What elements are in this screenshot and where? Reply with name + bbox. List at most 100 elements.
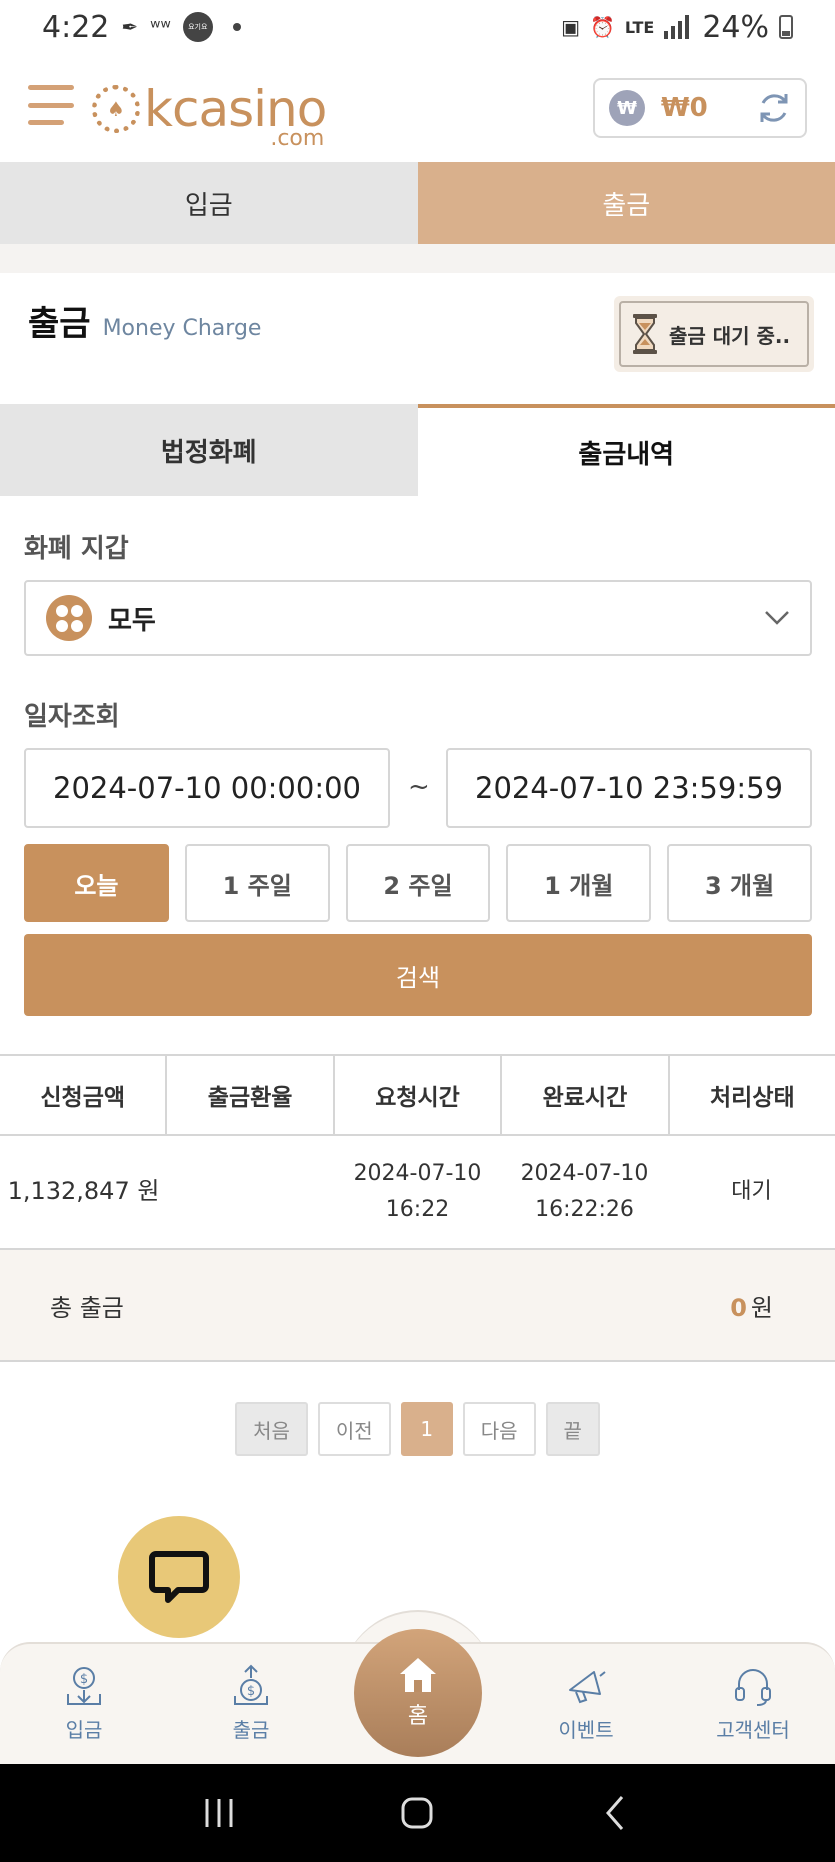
balance-box: ₩ ₩0 [593,78,807,138]
pending-label: 출금 대기 중.. [669,323,791,348]
wallet-grid-icon [46,595,92,641]
logo-suffix: .com [270,126,325,151]
nav-support[interactable]: 고객센터 [693,1664,813,1743]
home-system-icon[interactable] [395,1791,439,1835]
wallet-selected-value: 모두 [108,605,156,636]
page-next-button[interactable]: 다음 [462,1402,536,1456]
tab-fiat[interactable]: 법정화폐 [0,404,418,496]
nav-deposit[interactable]: $ 입금 [24,1664,144,1743]
total-row: 총 출금 0원 [0,1250,835,1362]
nav-withdraw[interactable]: $ 출금 [191,1664,311,1743]
tab-deposit[interactable]: 입금 [0,162,418,244]
more-notifications-dot-icon [232,23,241,31]
pagination: 처음 이전 1 다음 끝 [0,1402,835,1456]
chat-button[interactable] [118,1516,240,1638]
col-status: 처리상태 [710,1085,795,1111]
period-2week-button[interactable]: 2 주일 [345,844,491,922]
logo[interactable]: ♠ kcasino .com [92,76,327,150]
nav-event-label: 이벤트 [558,1718,614,1742]
cell-requested: 2024-07-10 16:22 [334,1136,501,1248]
alarm-icon: ⏰ [590,15,615,39]
status-bar: 4:22 ✒ ʷʷ 요기요 ▣ ⏰ LTE 24% [0,0,835,54]
won-coin-icon: ₩ [609,90,645,126]
table-header: 신청금액 출금환율 요청시간 완료시간 처리상태 [0,1054,835,1136]
pending-wrap: 출금 대기 중.. [614,296,814,372]
cell-completed-date: 2024-07-10 [520,1160,649,1186]
search-button[interactable]: 검색 [24,934,812,1016]
chat-bubble-icon [149,1551,209,1603]
nav-support-label: 고객센터 [716,1718,790,1742]
balance-amount: ₩0 [661,93,708,123]
period-today-button[interactable]: 오늘 [24,844,169,922]
date-query-label: 일자조회 [24,702,120,732]
logo-spade-icon: ♠ [92,85,140,133]
chevron-down-icon [765,611,789,625]
page-first-button[interactable]: 처음 [235,1402,308,1456]
page-prev-button[interactable]: 이전 [317,1402,391,1456]
withdraw-history-table: 신청금액 출금환율 요청시간 완료시간 처리상태 1,132,847 원 202… [0,1054,835,1362]
cell-amount: 1,132,847 원 [7,1177,160,1206]
battery-percent: 24% [702,9,769,45]
cell-requested-date: 2024-07-10 [353,1160,482,1186]
tab-withdraw[interactable]: 출금 [417,162,835,244]
svg-text:$: $ [247,1684,255,1699]
nav-withdraw-label: 출금 [232,1718,270,1742]
total-label: 총 출금 [50,1293,124,1322]
wallet-label: 화폐 지갑 [24,534,129,564]
date-separator: ~ [408,772,430,802]
cell-completed-time: 16:22:26 [535,1197,634,1222]
withdraw-icon: $ [234,1664,268,1705]
sub-tabs: 법정화폐 출금내역 [0,404,835,496]
network-type: LTE [624,17,655,37]
col-requested: 요청시간 [335,1056,503,1134]
end-date-input[interactable]: 2024-07-10 23:59:59 [446,748,812,828]
recent-apps-icon[interactable] [197,1791,241,1835]
status-time: 4:22 [42,9,110,45]
nav-home-label: 홈 [407,1704,429,1729]
signal-icon [664,15,690,39]
header: ♠ kcasino .com ₩ ₩0 [0,54,835,162]
main-tabs: 입금 출금 [0,162,835,244]
nav-home-button[interactable]: 홈 [354,1629,482,1757]
system-navigation-bar [0,1764,835,1862]
table-row: 1,132,847 원 2024-07-10 16:22 2024-07-10 … [0,1136,835,1250]
back-icon[interactable] [594,1791,638,1835]
period-3month-button[interactable]: 3 개월 [667,844,812,922]
ww-notification-icon: ʷʷ [150,15,171,39]
col-completed: 완료시간 [502,1056,670,1134]
headset-icon [735,1669,771,1706]
app-notification-icon: 요기요 [182,12,213,42]
tab-withdraw-history[interactable]: 출금내역 [417,404,835,496]
total-value: 0원 [730,1288,773,1323]
col-rate: 출금환율 [167,1056,335,1134]
cell-requested-time: 16:22 [385,1197,450,1222]
withdraw-pending-button[interactable]: 출금 대기 중.. [619,301,809,367]
page-last-button[interactable]: 끝 [545,1402,600,1456]
page-current[interactable]: 1 [400,1402,453,1456]
nav-event[interactable]: 이벤트 [526,1664,646,1743]
total-unit: 원 [750,1293,773,1322]
period-buttons: 오늘 1 주일 2 주일 1 개월 3 개월 [24,844,812,922]
nav-deposit-label: 입금 [65,1718,103,1742]
page-title: 출금 Money Charge [28,296,261,345]
hourglass-icon [633,314,657,354]
refresh-icon[interactable] [757,91,791,125]
total-number: 0 [730,1293,747,1322]
home-icon [400,1658,436,1692]
sync-status-icon: ▣ [561,15,581,39]
start-date-input[interactable]: 2024-07-10 00:00:00 [24,748,390,828]
wallet-select[interactable]: 모두 [24,580,812,656]
menu-icon[interactable] [28,85,74,125]
period-1week-button[interactable]: 1 주일 [184,844,330,922]
feather-notification-icon: ✒ [121,15,139,39]
megaphone-icon [569,1671,606,1704]
page-title-subtitle: Money Charge [102,316,262,341]
col-amount: 신청금액 [0,1056,168,1134]
cell-rate [167,1136,334,1248]
svg-text:$: $ [80,1672,88,1687]
deposit-icon: $ [67,1667,101,1705]
battery-icon [779,15,793,39]
page-title-main: 출금 [28,304,91,344]
period-1month-button[interactable]: 1 개월 [506,844,652,922]
section-divider [0,244,835,273]
